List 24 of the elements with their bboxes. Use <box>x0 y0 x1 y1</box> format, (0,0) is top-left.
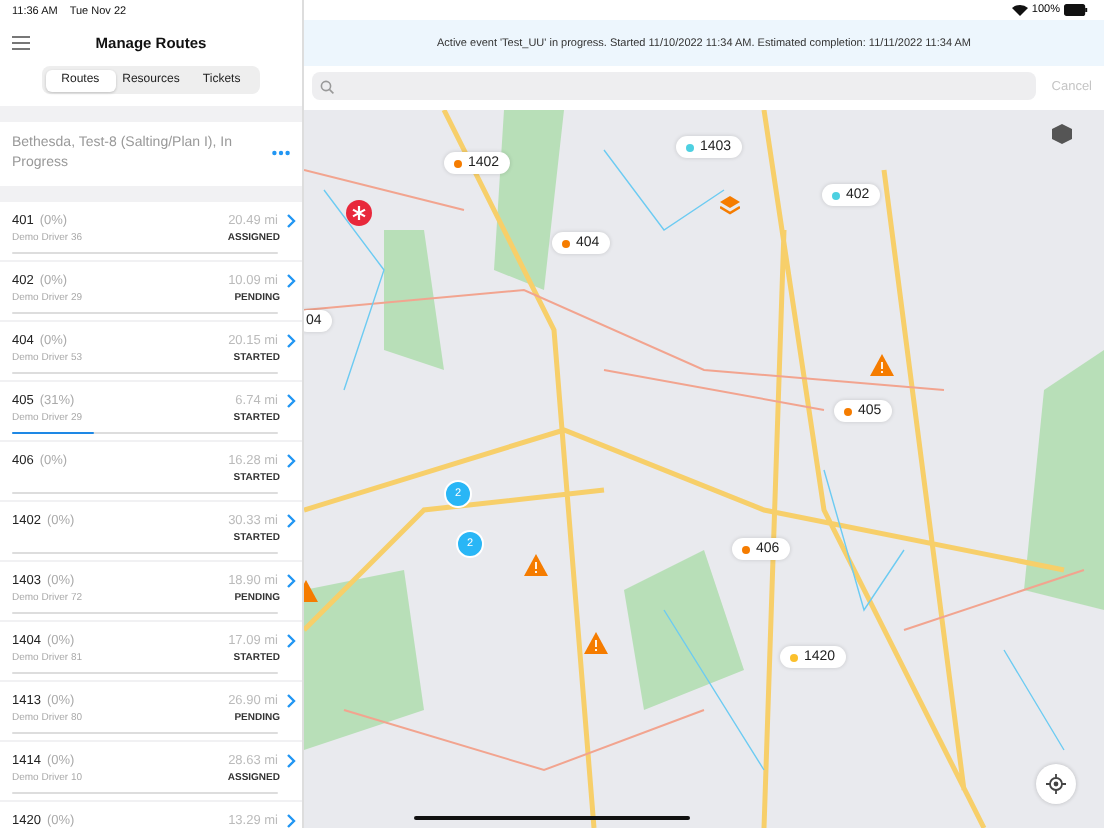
warning-icon[interactable] <box>870 354 894 376</box>
chevron-icon[interactable] <box>286 573 296 588</box>
warning-icon[interactable] <box>584 632 608 654</box>
chevron-icon[interactable] <box>286 693 296 708</box>
chevron-icon[interactable] <box>286 273 296 288</box>
chevron-icon[interactable] <box>286 513 296 528</box>
menu-icon[interactable] <box>12 35 30 49</box>
layers-icon[interactable] <box>720 196 740 218</box>
battery-icon <box>1064 4 1088 16</box>
more-icon[interactable] <box>272 150 290 157</box>
chevron-icon[interactable] <box>286 753 296 768</box>
search-icon <box>320 79 334 93</box>
warning-icon[interactable] <box>524 554 548 576</box>
chevron-icon[interactable] <box>286 633 296 648</box>
wifi-icon <box>1011 4 1028 16</box>
cube-icon[interactable] <box>1052 124 1072 144</box>
emergency-icon[interactable] <box>346 200 372 226</box>
chevron-icon[interactable] <box>286 813 296 828</box>
chevron-icon[interactable] <box>286 393 296 408</box>
chevron-icon[interactable] <box>286 333 296 348</box>
crosshair-icon <box>1046 774 1066 794</box>
search-field[interactable] <box>312 72 1036 100</box>
chevron-icon[interactable] <box>286 213 296 228</box>
chevron-icon[interactable] <box>286 453 296 468</box>
